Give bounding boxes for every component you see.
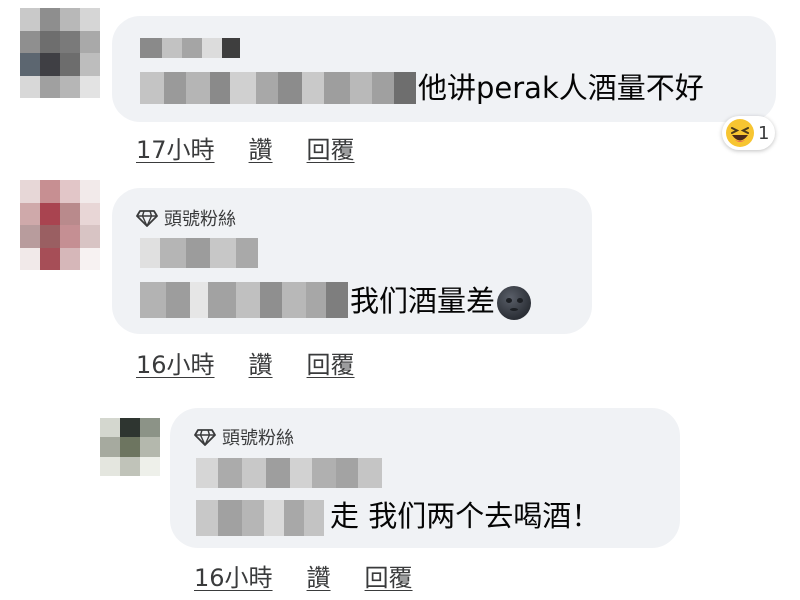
- comment-text-body: 我们酒量差: [350, 284, 496, 318]
- comment-bubble: [112, 16, 776, 122]
- comment-text: 他讲perak人酒量不好: [418, 71, 704, 105]
- commenter-name-redacted[interactable]: [140, 38, 240, 58]
- reaction-summary[interactable]: 1: [722, 116, 776, 150]
- comment-actions: 16小時 讚 回覆: [194, 558, 413, 593]
- like-button[interactable]: 讚: [249, 130, 273, 165]
- comment-text-redacted: [196, 500, 324, 536]
- comment-actions: 16小時 讚 回覆: [136, 345, 355, 380]
- reaction-count: 1: [758, 122, 770, 144]
- top-fan-badge[interactable]: 頭號粉絲: [194, 424, 294, 450]
- timestamp-link[interactable]: 16小時: [194, 558, 273, 593]
- commenter-name-redacted[interactable]: [196, 458, 382, 488]
- like-button[interactable]: 讚: [249, 345, 273, 380]
- laughing-emoji-icon: [726, 119, 754, 147]
- timestamp-link[interactable]: 17小時: [136, 130, 215, 165]
- new-moon-face-icon: [497, 286, 532, 320]
- comment-text: 我们酒量差: [350, 283, 532, 320]
- timestamp-link[interactable]: 16小時: [136, 345, 215, 380]
- comment-text-redacted: [140, 72, 416, 104]
- comment-text: 走 我们两个去喝酒！: [330, 499, 601, 533]
- badge-label: 頭號粉絲: [222, 428, 294, 449]
- reply-button[interactable]: 回覆: [307, 130, 355, 165]
- commenter-name-redacted[interactable]: [140, 238, 258, 268]
- badge-label: 頭號粉絲: [164, 209, 236, 230]
- reply-button[interactable]: 回覆: [365, 558, 413, 593]
- avatar[interactable]: [20, 180, 100, 270]
- diamond-icon: [136, 210, 158, 227]
- top-fan-badge[interactable]: 頭號粉絲: [136, 205, 236, 231]
- comment-actions: 17小時 讚 回覆: [136, 130, 355, 165]
- like-button[interactable]: 讚: [307, 558, 331, 593]
- avatar[interactable]: [20, 8, 100, 98]
- comment-text-redacted: [140, 282, 348, 318]
- diamond-icon: [194, 429, 216, 446]
- reply-button[interactable]: 回覆: [307, 345, 355, 380]
- avatar[interactable]: [100, 418, 160, 476]
